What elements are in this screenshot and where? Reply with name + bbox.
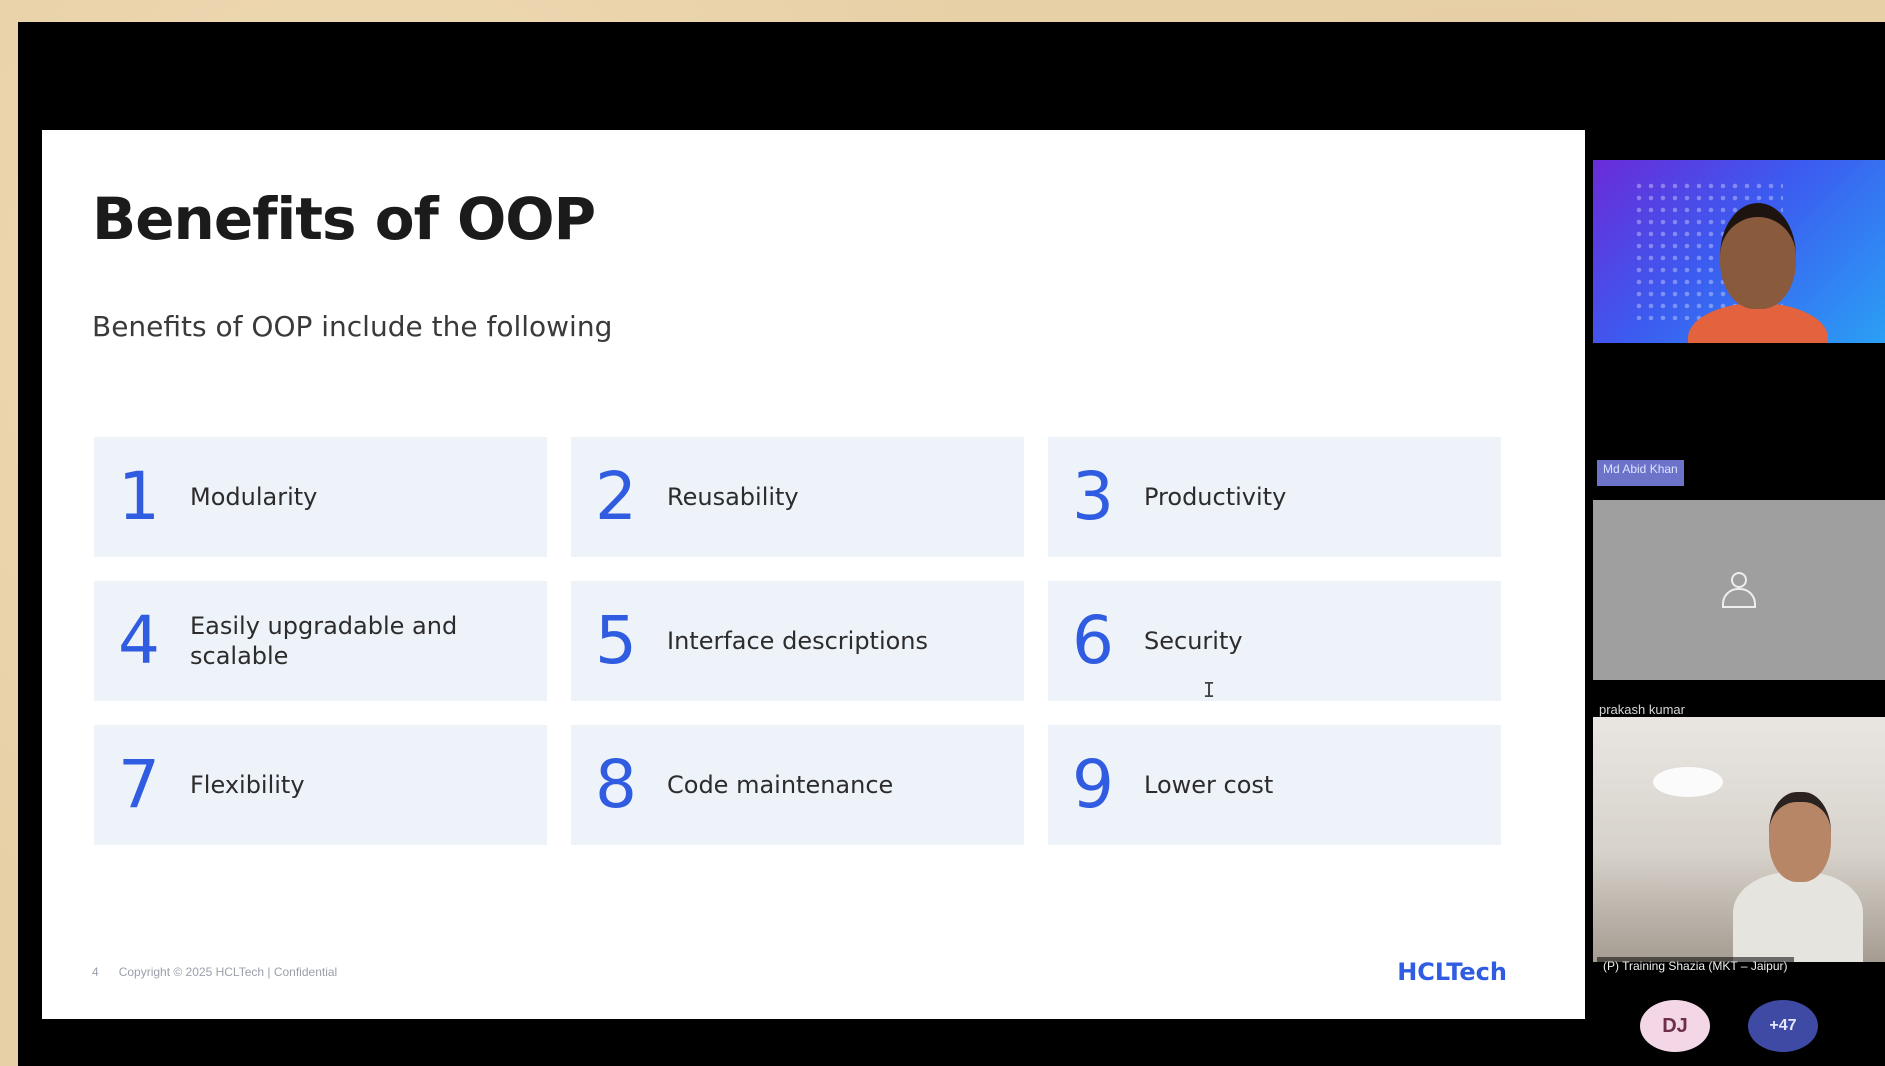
benefit-number: 8 — [595, 746, 637, 823]
benefit-number: 2 — [595, 458, 637, 535]
meeting-screen: Benefits of OOP Benefits of OOP include … — [18, 22, 1885, 1066]
benefit-card: 6 Security — [1048, 581, 1501, 701]
benefit-label: Security — [1144, 627, 1243, 655]
brand-logo: HCLTech — [1397, 958, 1507, 986]
benefit-number: 9 — [1072, 746, 1114, 823]
participant-name-label: Md Abid Khan — [1597, 460, 1684, 486]
participant-video — [1733, 772, 1863, 962]
participant-video-tile[interactable] — [1593, 160, 1885, 343]
benefit-label: Code maintenance — [667, 771, 894, 799]
benefit-card: 9 Lower cost — [1048, 725, 1501, 845]
benefit-number: 4 — [118, 602, 160, 679]
participant-avatar-dj[interactable]: DJ — [1640, 1000, 1710, 1052]
participant-video-tile[interactable] — [1593, 717, 1885, 962]
slide-subtitle: Benefits of OOP include the following — [92, 310, 613, 343]
benefit-label: Modularity — [190, 483, 318, 511]
user-avatar-icon — [1722, 572, 1756, 608]
participant-name-label: prakash kumar — [1599, 702, 1685, 717]
slide-copyright: Copyright © 2025 HCLTech | Confidential — [118, 965, 338, 979]
benefit-card: 3 Productivity — [1048, 437, 1501, 557]
benefit-number: 5 — [595, 602, 637, 679]
benefit-number: 3 — [1072, 458, 1114, 535]
benefit-number: 1 — [118, 458, 160, 535]
benefit-number: 7 — [118, 746, 160, 823]
slide-title: Benefits of OOP — [92, 185, 596, 253]
participant-name-label: (P) Training Shazia (MKT – Jaipur) — [1597, 957, 1794, 983]
slide-footer: 4 Copyright © 2025 HCLTech | Confidentia… — [92, 965, 337, 979]
benefit-card: 2 Reusability — [571, 437, 1024, 557]
benefit-card: 8 Code maintenance — [571, 725, 1024, 845]
room-light — [1653, 767, 1723, 797]
participants-panel: Md Abid Khan prakash kumar (P) Training … — [1585, 22, 1885, 1066]
benefit-label: Lower cost — [1144, 771, 1274, 799]
benefit-label: Easily upgradable and scalable — [190, 612, 458, 670]
text-cursor-icon: I — [1203, 678, 1216, 702]
more-participants-button[interactable]: +47 — [1748, 1000, 1818, 1052]
benefit-number: 6 — [1072, 602, 1114, 679]
benefit-card: 4 Easily upgradable and scalable — [94, 581, 547, 701]
benefit-label: Reusability — [667, 483, 799, 511]
benefit-card: 7 Flexibility — [94, 725, 547, 845]
participant-video — [1688, 193, 1828, 343]
benefit-label: Flexibility — [190, 771, 305, 799]
benefits-grid: 1 Modularity 2 Reusability 3 Productivit… — [94, 437, 1501, 845]
benefit-card: 5 Interface descriptions — [571, 581, 1024, 701]
slide-page-number: 4 — [92, 965, 99, 979]
shared-slide: Benefits of OOP Benefits of OOP include … — [42, 130, 1585, 1019]
benefit-label: Productivity — [1144, 483, 1287, 511]
benefit-card: 1 Modularity — [94, 437, 547, 557]
participant-avatar-tile[interactable] — [1593, 500, 1885, 680]
benefit-label: Interface descriptions — [667, 627, 929, 655]
